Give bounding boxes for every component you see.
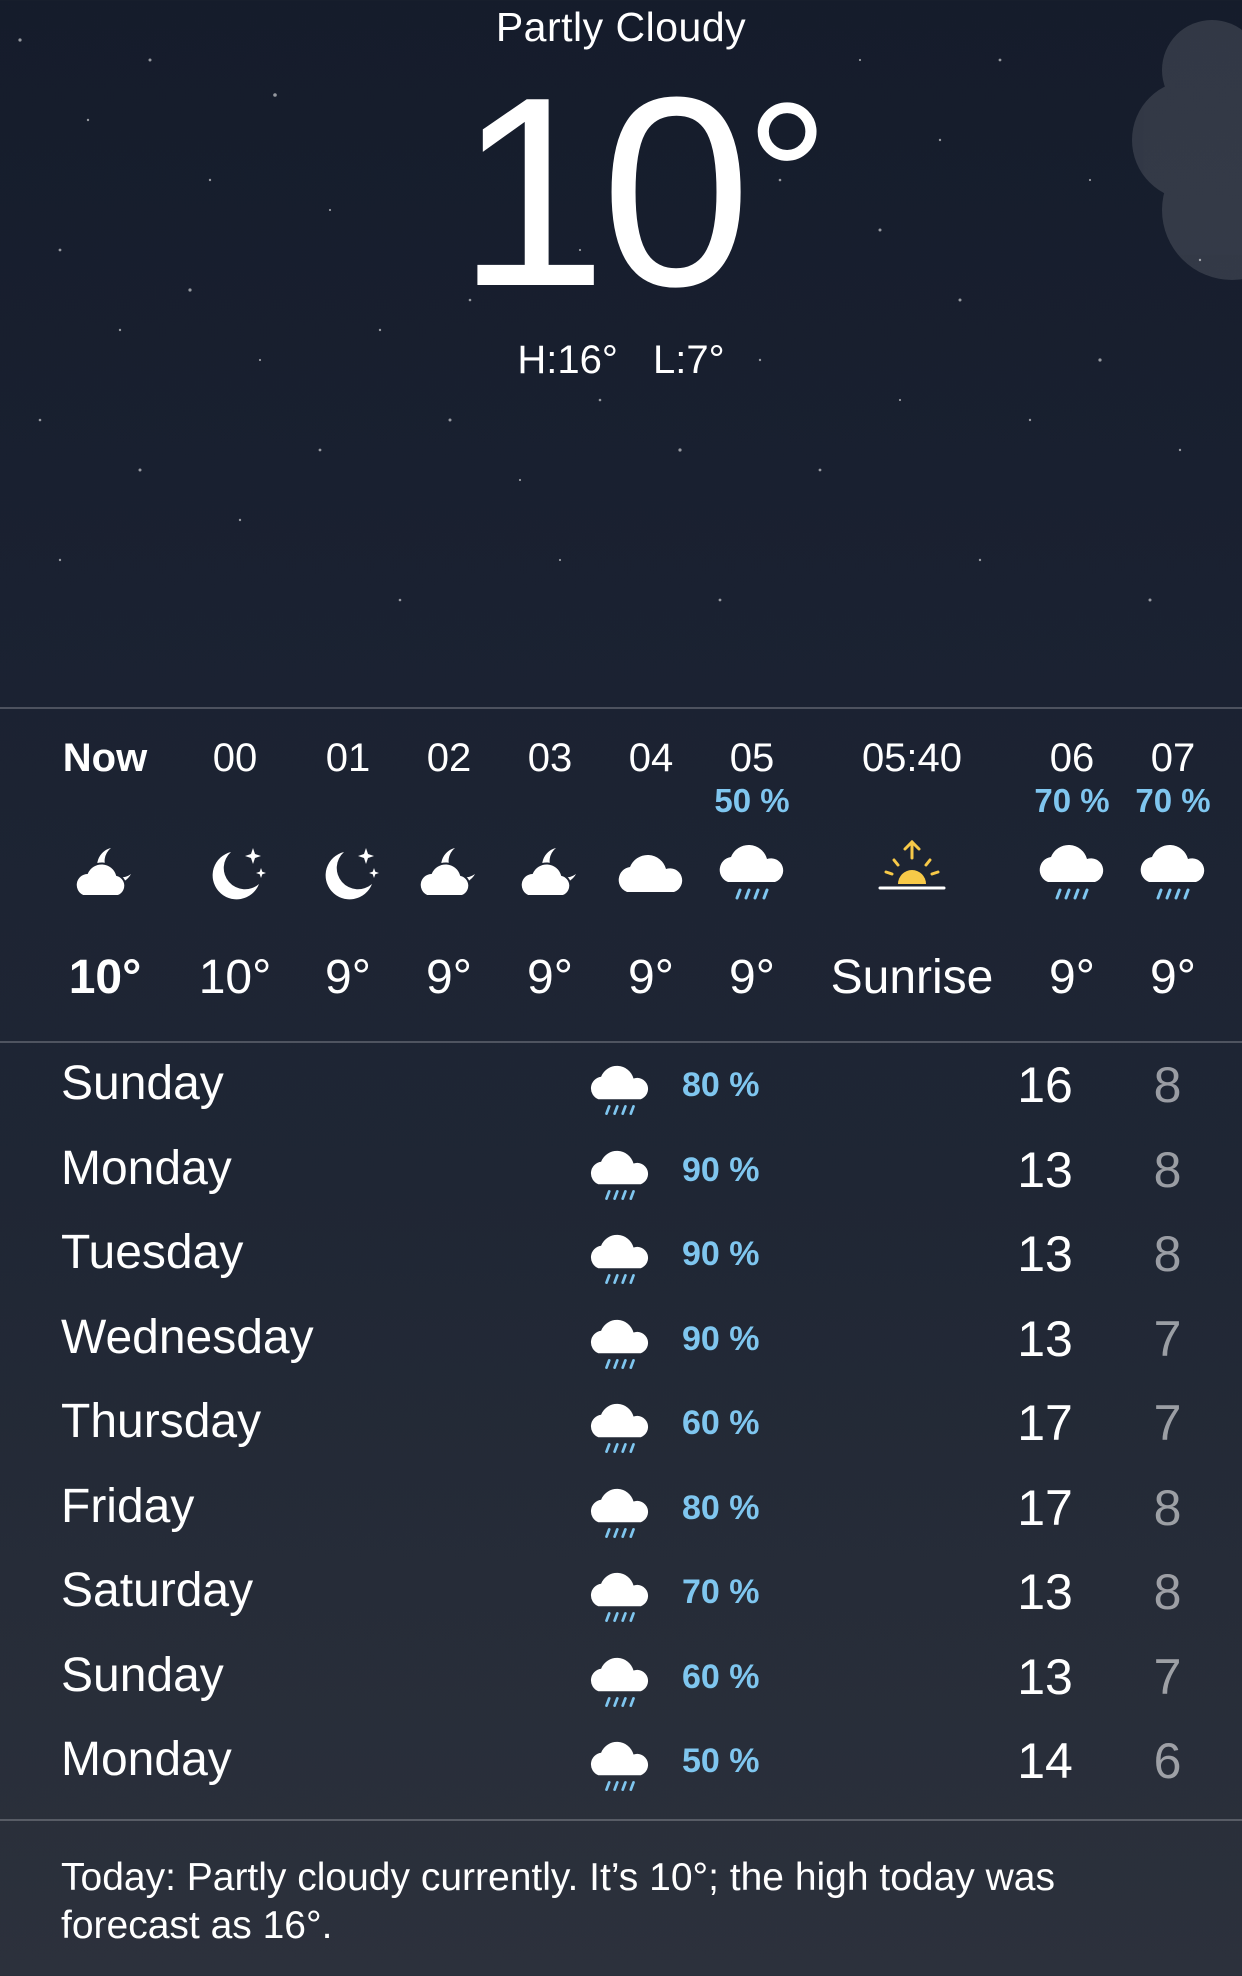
degree-symbol: ° [745,59,829,294]
day-precipitation: 60 % [682,1404,760,1442]
day-low: 7 [1153,1395,1182,1451]
daily-row: Saturday 70 % 13 8 [0,1549,1242,1633]
divider-top [0,707,1242,709]
day-low: 8 [1153,1141,1182,1198]
low-temperature: L:7° [653,338,725,382]
cloud-moon-icon [519,848,576,897]
hour-time: 05:40 [861,736,963,780]
day-name: Friday [61,1479,195,1533]
hour-time: 05 [729,736,775,780]
cloud-rain-icon [719,844,784,900]
day-name: Monday [61,1141,232,1195]
hour-time: 07 [1150,736,1196,780]
day-name: Sunday [61,1057,224,1110]
day-high: 17 [1017,1479,1073,1536]
cloud-rain-icon [590,1319,649,1369]
day-precipitation: 50 % [682,1742,760,1780]
day-precipitation: 90 % [682,1319,760,1358]
moon-stars-icon [325,848,379,900]
cloud-rain-icon [590,1741,649,1791]
cloud-rain-icon [590,1150,649,1200]
cloud-icon [618,854,683,892]
daily-row: Monday 90 % 13 8 [0,1127,1242,1211]
day-precipitation: 90 % [682,1235,760,1273]
day-high: 13 [1017,1648,1073,1705]
high-temperature: H:16° [517,338,618,382]
daily-row: Sunday 80 % 16 8 [0,1042,1242,1126]
day-low: 8 [1153,1479,1182,1536]
hour-temperature: 9° [1150,951,1196,1004]
day-high: 13 [1017,1226,1073,1282]
day-high: 13 [1017,1310,1073,1367]
day-precipitation: 90 % [682,1150,760,1189]
day-high: 16 [1017,1057,1073,1113]
daily-row: Thursday 60 % 17 7 [0,1380,1242,1464]
hourly-forecast[interactable]: Now 10° 00 10° 01 9° 02 9° 03 9° 04 9° 0… [0,712,1242,1040]
background-cloud-decoration [1132,20,1242,280]
current-temperature: 10° [440,58,840,328]
day-low: 6 [1153,1733,1182,1789]
day-precipitation: 80 % [682,1488,760,1527]
day-low: 7 [1153,1648,1182,1705]
cloud-rain-icon [590,1065,649,1115]
day-name: Tuesday [61,1226,244,1279]
daily-row: Sunday 60 % 13 7 [0,1634,1242,1718]
day-precipitation: 70 % [682,1573,760,1611]
day-high: 14 [1017,1733,1073,1789]
current-temperature-value: 10 [456,42,751,343]
hour-precipitation: 50 % [714,782,790,819]
sunrise-icon [878,839,946,890]
day-precipitation: 60 % [682,1657,760,1696]
cloud-moon-icon [418,848,475,897]
daily-row: Friday 80 % 17 8 [0,1465,1242,1549]
cloud-rain-icon [590,1488,649,1538]
cloud-rain-icon [1140,844,1205,900]
cloud-rain-icon [590,1234,649,1284]
hour-precipitation: 70 % [1135,782,1211,819]
cloud-rain-icon [590,1657,649,1707]
cloud-moon-icon [74,848,131,897]
divider-bottom [0,1819,1242,1821]
day-low: 8 [1153,1226,1182,1282]
daily-row: Monday 50 % 14 6 [0,1718,1242,1802]
day-low: 7 [1153,1310,1182,1367]
moon-stars-icon [212,848,266,900]
day-name: Wednesday [61,1310,314,1364]
day-high: 17 [1017,1395,1073,1451]
day-low: 8 [1153,1564,1182,1620]
cloud-rain-icon [590,1403,649,1453]
day-high: 13 [1017,1141,1073,1198]
day-name: Monday [61,1733,232,1786]
day-name: Sunday [61,1648,224,1702]
day-name: Saturday [61,1564,254,1617]
day-low: 8 [1153,1057,1182,1113]
day-high: 13 [1017,1564,1073,1620]
daily-row: Wednesday 90 % 13 7 [0,1296,1242,1380]
high-low-temperatures: H:16° L:7° [0,338,1242,383]
cloud-rain-icon [590,1572,649,1622]
day-name: Thursday [61,1395,262,1448]
today-summary: Today: Partly cloudy currently. It’s 10°… [61,1856,1055,1948]
daily-row: Tuesday 90 % 13 8 [0,1211,1242,1295]
cloud-rain-icon [1039,844,1104,900]
day-precipitation: 80 % [682,1066,760,1104]
